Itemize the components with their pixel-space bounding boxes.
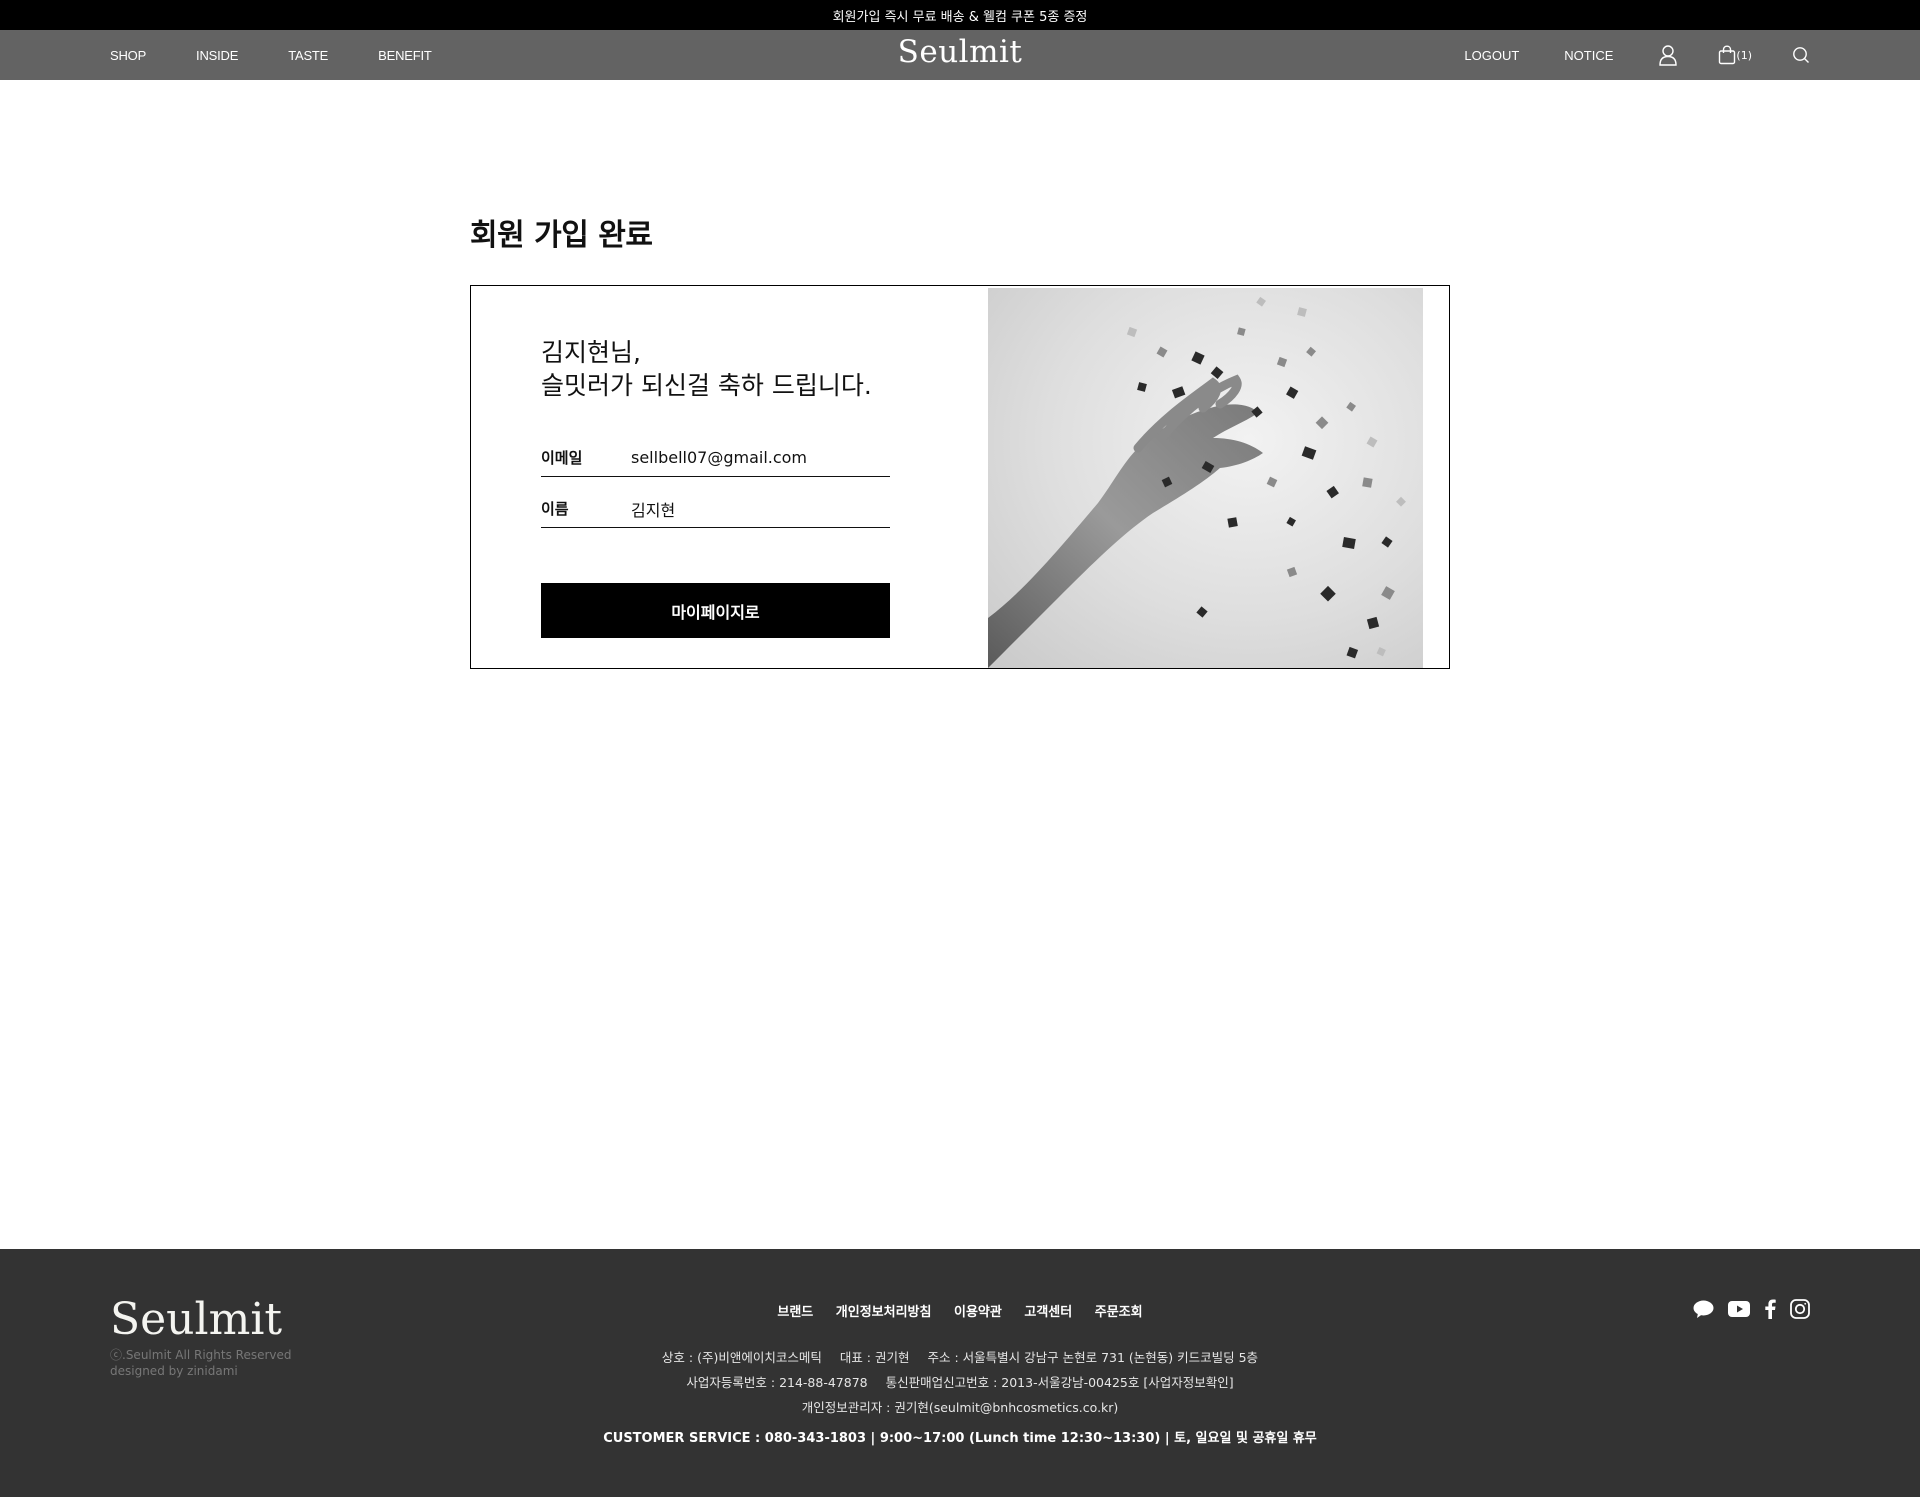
social-links — [1679, 1299, 1810, 1319]
mypage-button[interactable]: 마이페이지로 — [541, 583, 890, 638]
cart-button[interactable]: (1) — [1718, 45, 1752, 65]
page-title: 회원 가입 완료 — [470, 218, 653, 253]
privacy-manager: 개인정보관리자 : 권기현(seulmit@bnhcosmetics.co.kr… — [801, 1400, 1119, 1415]
name-label: 이름 — [541, 500, 569, 518]
site-footer: Seulmit ⓒ.Seulmit All Rights Reserved de… — [0, 1249, 1920, 1497]
youtube-icon[interactable] — [1728, 1301, 1750, 1317]
greeting: 김지현님, 슬밋러가 되신걸 축하 드립니다. — [541, 336, 872, 402]
company-address: 주소 : 서울특별시 강남구 논현로 731 (논현동) 키드코빌딩 5층 — [927, 1350, 1259, 1365]
confetti-hand-image — [988, 288, 1423, 668]
name-row: 이름 김지현 — [541, 490, 890, 528]
promo-text: 회원가입 즉시 무료 배송 & 웰컴 쿠폰 5종 증정 — [832, 9, 1088, 25]
company-ceo: 대표 : 권기현 — [839, 1350, 910, 1365]
footer-link-order-lookup[interactable]: 주문조회 — [1095, 1305, 1143, 1320]
footer-link-privacy[interactable]: 개인정보처리방침 — [836, 1305, 932, 1320]
search-icon[interactable] — [1792, 46, 1810, 64]
utility-nav: LOGOUT NOTICE (1) — [1419, 30, 1810, 80]
cart-count: (1) — [1736, 48, 1752, 62]
greeting-name: 김지현님, — [541, 338, 641, 367]
customer-service: CUSTOMER SERVICE : 080-343-1803 | 9:00~1… — [603, 1431, 1317, 1446]
instagram-icon[interactable] — [1790, 1299, 1810, 1319]
signup-complete-card: 김지현님, 슬밋러가 되신걸 축하 드립니다. 이메일 sellbell07@g… — [470, 285, 1450, 669]
logout-link[interactable]: LOGOUT — [1464, 48, 1519, 63]
footer-link-terms[interactable]: 이용약관 — [954, 1305, 1002, 1320]
greeting-message: 슬밋러가 되신걸 축하 드립니다. — [541, 371, 872, 400]
company-info: 상호 : (주)비앤에이치코스메틱 대표 : 권기현 주소 : 서울특별시 강남… — [0, 1345, 1920, 1420]
ecommerce-number[interactable]: 통신판매업신고번호 : 2013-서울강남-00425호 [사업자정보확인] — [886, 1375, 1234, 1390]
promo-bar: 회원가입 즉시 무료 배송 & 웰컴 쿠폰 5종 증정 — [0, 0, 1920, 30]
cart-icon — [1719, 45, 1736, 65]
footer-link-brand[interactable]: 브랜드 — [777, 1305, 813, 1320]
footer-link-support[interactable]: 고객센터 — [1024, 1305, 1072, 1320]
email-value: sellbell07@gmail.com — [631, 448, 808, 467]
notice-link[interactable]: NOTICE — [1564, 48, 1613, 63]
business-number: 사업자등록번호 : 214-88-47878 — [686, 1375, 868, 1390]
site-header: SHOP INSIDE TASTE BENEFIT Seulmit LOGOUT… — [0, 30, 1920, 80]
kakao-chat-icon[interactable] — [1693, 1300, 1714, 1319]
company-name: 상호 : (주)비앤에이치코스메틱 — [661, 1350, 822, 1365]
user-icon[interactable] — [1658, 44, 1678, 66]
name-value: 김지현 — [631, 500, 676, 520]
facebook-icon[interactable] — [1764, 1299, 1776, 1319]
footer-links: 브랜드 개인정보처리방침 이용약관 고객센터 주문조회 — [0, 1301, 1920, 1320]
email-label: 이메일 — [541, 449, 583, 467]
email-row: 이메일 sellbell07@gmail.com — [541, 439, 890, 477]
